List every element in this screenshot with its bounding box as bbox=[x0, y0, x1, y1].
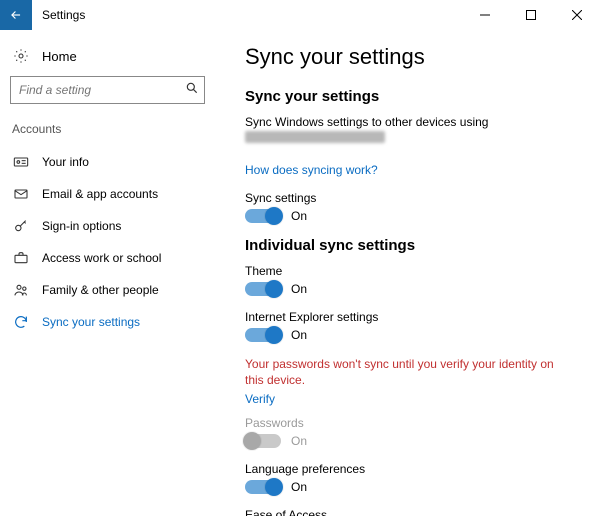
theme-label: Theme bbox=[245, 264, 578, 278]
sidebar-item-label: Sign-in options bbox=[42, 219, 121, 233]
sidebar-item-work[interactable]: Access work or school bbox=[0, 242, 215, 274]
section-sync-title: Sync your settings bbox=[245, 88, 578, 105]
section-individual-title: Individual sync settings bbox=[245, 237, 578, 254]
home-label: Home bbox=[42, 49, 77, 64]
search-input[interactable] bbox=[10, 76, 205, 104]
toggle-state: On bbox=[291, 282, 307, 296]
page-title: Sync your settings bbox=[245, 44, 578, 70]
lang-label: Language preferences bbox=[245, 462, 578, 476]
sidebar-item-your-info[interactable]: Your info bbox=[0, 146, 215, 178]
toggle-state: On bbox=[291, 209, 307, 223]
gear-icon bbox=[12, 48, 30, 64]
minimize-button[interactable] bbox=[462, 0, 508, 30]
ease-label: Ease of Access bbox=[245, 508, 578, 516]
ie-label: Internet Explorer settings bbox=[245, 310, 578, 324]
window-title: Settings bbox=[32, 8, 462, 22]
sidebar-item-label: Access work or school bbox=[42, 251, 161, 265]
toggle-state: On bbox=[291, 434, 307, 448]
sidebar-item-label: Family & other people bbox=[42, 283, 159, 297]
search-input-wrap bbox=[10, 76, 205, 104]
theme-toggle[interactable] bbox=[245, 282, 281, 296]
back-button[interactable] bbox=[0, 0, 32, 30]
passwords-toggle bbox=[245, 434, 281, 448]
home-link[interactable]: Home bbox=[0, 42, 215, 76]
verify-link[interactable]: Verify bbox=[245, 392, 275, 406]
close-icon bbox=[572, 10, 582, 20]
passwords-label: Passwords bbox=[245, 416, 578, 430]
toggle-state: On bbox=[291, 328, 307, 342]
window-controls bbox=[462, 0, 600, 30]
sync-settings-toggle[interactable] bbox=[245, 209, 281, 223]
sidebar-item-sync[interactable]: Sync your settings bbox=[0, 306, 215, 338]
section-label: Accounts bbox=[0, 122, 215, 146]
people-icon bbox=[12, 282, 30, 298]
sidebar-item-label: Sync your settings bbox=[42, 315, 140, 329]
titlebar: Settings bbox=[0, 0, 600, 30]
close-button[interactable] bbox=[554, 0, 600, 30]
main: Home Accounts Your info Email & app acco… bbox=[0, 30, 600, 516]
sidebar-item-label: Your info bbox=[42, 155, 89, 169]
sidebar-item-label: Email & app accounts bbox=[42, 187, 158, 201]
minimize-icon bbox=[480, 10, 490, 20]
lang-toggle[interactable] bbox=[245, 480, 281, 494]
sync-desc: Sync Windows settings to other devices u… bbox=[245, 115, 578, 129]
content: Sync your settings Sync your settings Sy… bbox=[215, 30, 600, 516]
sidebar-item-signin[interactable]: Sign-in options bbox=[0, 210, 215, 242]
sidebar-item-family[interactable]: Family & other people bbox=[0, 274, 215, 306]
password-warning: Your passwords won't sync until you veri… bbox=[245, 356, 565, 388]
sidebar: Home Accounts Your info Email & app acco… bbox=[0, 30, 215, 516]
sidebar-item-email[interactable]: Email & app accounts bbox=[0, 178, 215, 210]
key-icon bbox=[12, 218, 30, 234]
mail-icon bbox=[12, 186, 30, 202]
arrow-left-icon bbox=[9, 8, 23, 22]
toggle-state: On bbox=[291, 480, 307, 494]
sync-settings-label: Sync settings bbox=[245, 191, 578, 205]
maximize-icon bbox=[526, 10, 536, 20]
briefcase-icon bbox=[12, 250, 30, 266]
search-icon bbox=[185, 81, 199, 95]
person-card-icon bbox=[12, 154, 30, 170]
ie-toggle[interactable] bbox=[245, 328, 281, 342]
help-link[interactable]: How does syncing work? bbox=[245, 163, 378, 177]
maximize-button[interactable] bbox=[508, 0, 554, 30]
sync-icon bbox=[12, 314, 30, 330]
account-redacted bbox=[245, 131, 385, 143]
